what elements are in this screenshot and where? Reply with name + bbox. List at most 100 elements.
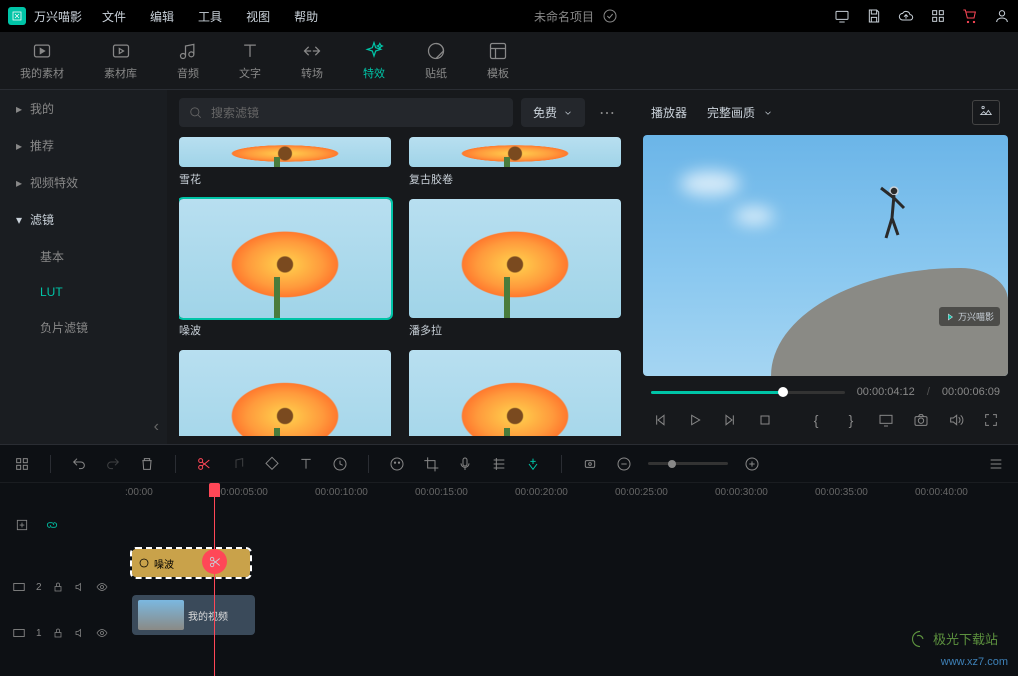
monitor-icon[interactable] [834,8,850,24]
crop-button[interactable] [421,454,441,474]
tab-audio[interactable]: 音频 [177,41,199,81]
mute-icon[interactable] [74,627,86,639]
more-button[interactable]: ⋯ [593,103,621,123]
color-button[interactable] [387,454,407,474]
tag-button[interactable] [262,454,282,474]
apps-icon[interactable] [930,8,946,24]
timeline-section: 2 1 :00:00 00:00:05:00 00:00:10:00 00:00… [0,444,1018,676]
progress-bar[interactable] [651,391,845,394]
player-view[interactable]: 万兴喵影 [643,135,1008,376]
menu-help[interactable]: 帮助 [294,8,318,25]
filter-forest[interactable]: 林间 [409,350,621,436]
stop-button[interactable] [756,410,775,430]
zoom-slider[interactable] [648,462,728,465]
filter-thumb[interactable] [179,199,391,318]
lock-icon[interactable] [52,627,64,639]
sidebar-item-video-fx[interactable]: ▸ 视频特效 [0,164,167,201]
tab-label: 贴纸 [425,65,447,81]
filter-thumb[interactable] [409,137,621,167]
tab-templates[interactable]: 模板 [487,41,509,81]
project-title: 未命名项目 [534,8,594,25]
marker-button[interactable] [580,454,600,474]
redo-button[interactable] [103,454,123,474]
track-row-1[interactable]: 我的视频 [120,595,1018,631]
filter-pandora[interactable]: 潘多拉 [409,199,621,338]
sidebar-sub-lut[interactable]: LUT [0,275,167,309]
menu-edit[interactable]: 编辑 [150,8,174,25]
filter-snow[interactable]: 雪花 [179,137,391,187]
link-button[interactable] [42,515,62,535]
text-button[interactable] [296,454,316,474]
voice-button[interactable] [455,454,475,474]
menu-tools[interactable]: 工具 [198,8,222,25]
effect-clip[interactable]: 噪波 [132,549,250,577]
play-button[interactable] [686,410,705,430]
tab-library[interactable]: 素材库 [104,41,137,81]
filter-walnut[interactable]: 胡桃木 [179,350,391,436]
layout-button[interactable] [12,454,32,474]
tab-stickers[interactable]: 贴纸 [425,41,447,81]
playhead[interactable] [214,483,215,676]
prev-frame-button[interactable] [651,410,670,430]
filter-thumb[interactable] [409,199,621,318]
sidebar-sub-negative[interactable]: 负片滤镜 [0,309,167,346]
filter-thumb[interactable] [179,350,391,436]
effect-icon [138,557,150,569]
add-track-button[interactable] [12,515,32,535]
search-row: 搜索滤镜 免费 ⋯ [179,98,621,127]
music-button[interactable] [228,454,248,474]
clip-thumbnail [138,600,184,630]
mute-icon[interactable] [74,581,86,593]
playhead-cut-button[interactable] [202,549,227,574]
mark-in-button[interactable]: { [807,410,826,430]
tab-my-media[interactable]: 我的素材 [20,41,64,81]
sidebar-item-filters[interactable]: ▾ 滤镜 [0,201,167,238]
quality-dropdown[interactable]: 完整画质 [707,104,773,121]
search-input[interactable]: 搜索滤镜 [179,98,513,127]
tab-label: 模板 [487,65,509,81]
free-filter-dropdown[interactable]: 免费 [521,98,585,127]
zoom-out-button[interactable] [614,454,634,474]
filter-thumb[interactable] [409,350,621,436]
list-view-button[interactable] [986,454,1006,474]
fullscreen-button[interactable] [981,410,1000,430]
camera-button[interactable] [911,410,930,430]
cut-button[interactable] [194,454,214,474]
sidebar-item-recommended[interactable]: ▸ 推荐 [0,127,167,164]
cloud-upload-icon[interactable] [898,8,914,24]
tab-text[interactable]: 文字 [239,41,261,81]
sidebar-sub-basic[interactable]: 基本 [0,238,167,275]
filter-browser: 搜索滤镜 免费 ⋯ 雪花 复古胶卷 噪波 潘多拉 [167,90,633,444]
mark-out-button[interactable]: } [842,410,861,430]
next-frame-button[interactable] [721,410,740,430]
magnet-button[interactable] [523,454,543,474]
sidebar-item-mine[interactable]: ▸ 我的 [0,90,167,127]
track-area[interactable]: :00:00 00:00:05:00 00:00:10:00 00:00:15:… [120,483,1018,676]
cart-icon[interactable] [962,8,978,24]
zoom-in-button[interactable] [742,454,762,474]
delete-button[interactable] [137,454,157,474]
filter-noise[interactable]: 噪波 [179,199,391,338]
menu-file[interactable]: 文件 [102,8,126,25]
preview-figure [876,183,906,263]
user-icon[interactable] [994,8,1010,24]
track-button[interactable] [489,454,509,474]
speed-button[interactable] [330,454,350,474]
sidebar-collapse-button[interactable]: ‹ [0,410,167,444]
filter-thumb[interactable] [179,137,391,167]
visibility-icon[interactable] [96,627,108,639]
filter-vintage[interactable]: 复古胶卷 [409,137,621,187]
visibility-icon[interactable] [96,581,108,593]
timeline-ruler[interactable]: :00:00 00:00:05:00 00:00:10:00 00:00:15:… [120,483,1018,507]
tab-effects[interactable]: 特效 [363,41,385,81]
lock-icon[interactable] [52,581,64,593]
save-icon[interactable] [866,8,882,24]
tab-transition[interactable]: 转场 [301,41,323,81]
snapshot-button[interactable] [972,100,1000,125]
menu-view[interactable]: 视图 [246,8,270,25]
video-clip[interactable]: 我的视频 [132,595,255,635]
volume-button[interactable] [946,410,965,430]
track-row-2[interactable]: 噪波 [120,549,1018,585]
display-button[interactable] [876,410,895,430]
undo-button[interactable] [69,454,89,474]
